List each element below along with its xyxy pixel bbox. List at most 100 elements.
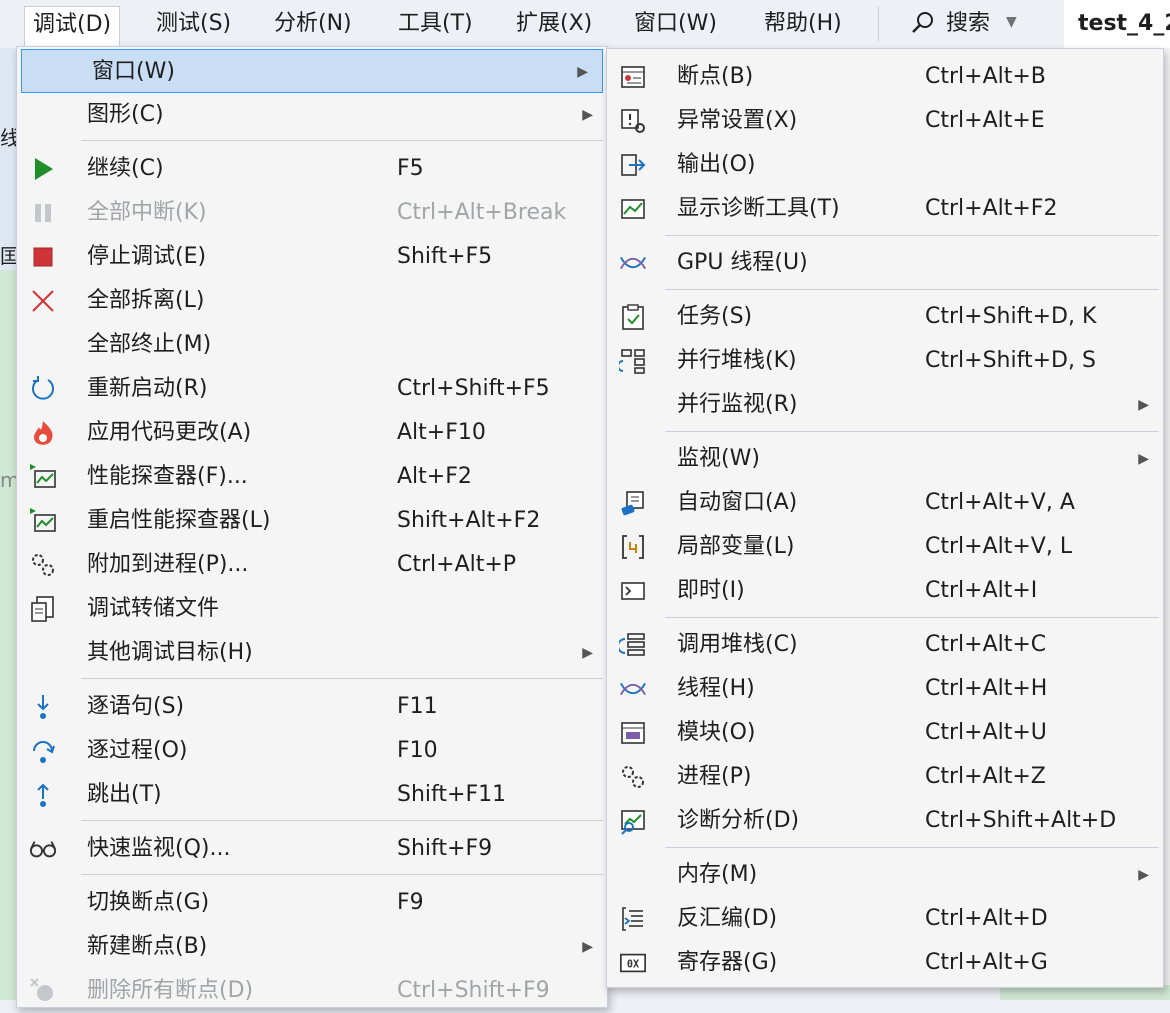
menu-item-label: 内存(M) [677,862,758,887]
menu-item-shortcut: Ctrl+Shift+D, S [925,348,1096,373]
menu-item-继续[interactable]: 继续(C) F5 [17,147,607,191]
restart-icon [29,375,57,403]
menu-item-label: 显示诊断工具(T) [677,196,840,221]
menu-item-全部中断[interactable]: 全部中断(K) Ctrl+Alt+Break [17,191,607,235]
search-button[interactable]: 搜索 [938,6,998,42]
menu-item-label: 新建断点(B) [87,934,208,959]
search-icon[interactable] [910,10,936,36]
menu-item-label: 全部终止(M) [87,332,212,357]
menu-item-label: 全部拆离(L) [87,288,205,313]
menu-item-删除所有断点[interactable]: 删除所有断点(D) Ctrl+Shift+F9 [17,969,607,1013]
menubar-divider [878,6,879,42]
menu-item-shortcut: Ctrl+Alt+H [925,676,1048,701]
menu-item-label: 重新启动(R) [87,376,208,401]
menu-item-shortcut: Ctrl+Shift+F5 [397,376,550,401]
menu-item-调试转储文件[interactable]: 调试转储文件 [17,587,607,631]
menu-item-shortcut: Alt+F2 [397,464,472,489]
menu-item-shortcut: Ctrl+Alt+D [925,906,1048,931]
menu-item-label: 全部中断(K) [87,200,207,225]
menu-item-窗口[interactable]: 窗口(W) ▶ [21,49,603,93]
menu-item-局部变量[interactable]: 局部变量(L) Ctrl+Alt+V, L [607,525,1163,569]
menu-item-即时[interactable]: 即时(I) Ctrl+Alt+I [607,569,1163,613]
gpu-threads-icon [619,249,647,277]
menu-item-调用堆栈[interactable]: 调用堆栈(C) Ctrl+Alt+C [607,623,1163,667]
breakpoints-icon [619,63,647,91]
menu-item-label: 监视(W) [677,446,760,471]
menu-debug[interactable]: 调试(D) [24,6,121,48]
svg-text:0X: 0X [627,959,640,971]
menu-item-label: 删除所有断点(D) [87,978,254,1003]
menu-item-快速监视[interactable]: 快速监视(Q)... Shift+F9 [17,827,607,871]
menu-item-label: 附加到进程(P)... [87,552,249,577]
menu-item-并行监视[interactable]: 并行监视(R) ▶ [607,383,1163,427]
menu-item-全部终止[interactable]: 全部终止(M) [17,323,607,367]
menu-separator [81,820,603,821]
menu-item-label: 寄存器(G) [677,950,778,975]
menu-item-自动窗口[interactable]: 自动窗口(A) Ctrl+Alt+V, A [607,481,1163,525]
menu-item-重启性能探查器[interactable]: 重启性能探查器(L) Shift+Alt+F2 [17,499,607,543]
menu-item-图形[interactable]: 图形(C) ▶ [17,93,607,137]
menu-item-性能探查器[interactable]: 性能探查器(F)... Alt+F2 [17,455,607,499]
menu-tools[interactable]: 工具(T) [390,6,481,42]
exception-settings-icon [619,107,647,135]
menu-item-label: 性能探查器(F)... [87,464,248,489]
menu-item-监视[interactable]: 监视(W) ▶ [607,437,1163,481]
menu-item-shortcut: Ctrl+Alt+U [925,720,1047,745]
chevron-right-icon: ▶ [577,64,588,80]
menu-item-其他调试目标[interactable]: 其他调试目标(H) ▶ [17,631,607,675]
menu-item-跳出[interactable]: 跳出(T) Shift+F11 [17,773,607,817]
immediate-icon [619,577,647,605]
stop-icon [29,243,57,271]
menu-item-label: 切换断点(G) [87,890,210,915]
menu-item-进程[interactable]: 进程(P) Ctrl+Alt+Z [607,755,1163,799]
tasks-icon [619,303,647,331]
menu-item-输出[interactable]: 输出(O) [607,143,1163,187]
chevron-right-icon: ▶ [582,939,593,955]
menu-item-线程[interactable]: 线程(H) Ctrl+Alt+H [607,667,1163,711]
menu-item-附加到进程[interactable]: 附加到进程(P)... Ctrl+Alt+P [17,543,607,587]
menu-help[interactable]: 帮助(H) [756,6,850,42]
disassembly-icon [619,905,647,933]
menu-item-GPU-线程[interactable]: GPU 线程(U) [607,241,1163,285]
menu-analyze[interactable]: 分析(N) [266,6,360,42]
menu-item-诊断分析[interactable]: 诊断分析(D) Ctrl+Shift+Alt+D [607,799,1163,843]
menu-item-全部拆离[interactable]: 全部拆离(L) [17,279,607,323]
menu-item-label: 局部变量(L) [677,534,795,559]
menu-extensions[interactable]: 扩展(X) [508,6,600,42]
menu-item-label: 应用代码更改(A) [87,420,252,445]
detach-icon [29,287,57,315]
menu-item-新建断点[interactable]: 新建断点(B) ▶ [17,925,607,969]
menu-item-shortcut: F11 [397,694,438,719]
menu-item-label: 调试转储文件 [87,596,220,621]
menu-item-label: 异常设置(X) [677,108,798,133]
menu-item-shortcut: Ctrl+Alt+P [397,552,517,577]
menu-separator [665,289,1159,290]
menu-item-shortcut: Ctrl+Alt+C [925,632,1047,657]
menu-item-label: 重启性能探查器(L) [87,508,271,533]
call-stack-icon [619,631,647,659]
menu-item-重新启动[interactable]: 重新启动(R) Ctrl+Shift+F5 [17,367,607,411]
menu-item-寄存器[interactable]: 0X 寄存器(G) Ctrl+Alt+G [607,941,1163,985]
menu-item-反汇编[interactable]: 反汇编(D) Ctrl+Alt+D [607,897,1163,941]
menu-item-断点[interactable]: 断点(B) Ctrl+Alt+B [607,55,1163,99]
menu-item-shortcut: F5 [397,156,424,181]
menu-item-逐语句[interactable]: 逐语句(S) F11 [17,685,607,729]
menu-item-应用代码更改[interactable]: 应用代码更改(A) Alt+F10 [17,411,607,455]
menu-item-内存[interactable]: 内存(M) ▶ [607,853,1163,897]
menu-item-异常设置[interactable]: 异常设置(X) Ctrl+Alt+E [607,99,1163,143]
attach-process-icon [29,551,57,579]
menu-item-并行堆栈[interactable]: 并行堆栈(K) Ctrl+Shift+D, S [607,339,1163,383]
menu-separator [81,678,603,679]
menu-window[interactable]: 窗口(W) [626,6,725,42]
menu-item-任务[interactable]: 任务(S) Ctrl+Shift+D, K [607,295,1163,339]
menu-item-切换断点[interactable]: 切换断点(G) F9 [17,881,607,925]
menu-item-label: 窗口(W) [92,59,175,84]
menu-item-逐过程[interactable]: 逐过程(O) F10 [17,729,607,773]
menu-item-模块[interactable]: 模块(O) Ctrl+Alt+U [607,711,1163,755]
menu-item-显示诊断工具[interactable]: 显示诊断工具(T) Ctrl+Alt+F2 [607,187,1163,231]
chevron-down-icon[interactable]: ▼ [1006,14,1017,30]
menu-item-label: 并行监视(R) [677,392,798,417]
menu-item-shortcut: Ctrl+Shift+D, K [925,304,1097,329]
menu-item-停止调试[interactable]: 停止调试(E) Shift+F5 [17,235,607,279]
menu-test[interactable]: 测试(S) [148,6,239,42]
